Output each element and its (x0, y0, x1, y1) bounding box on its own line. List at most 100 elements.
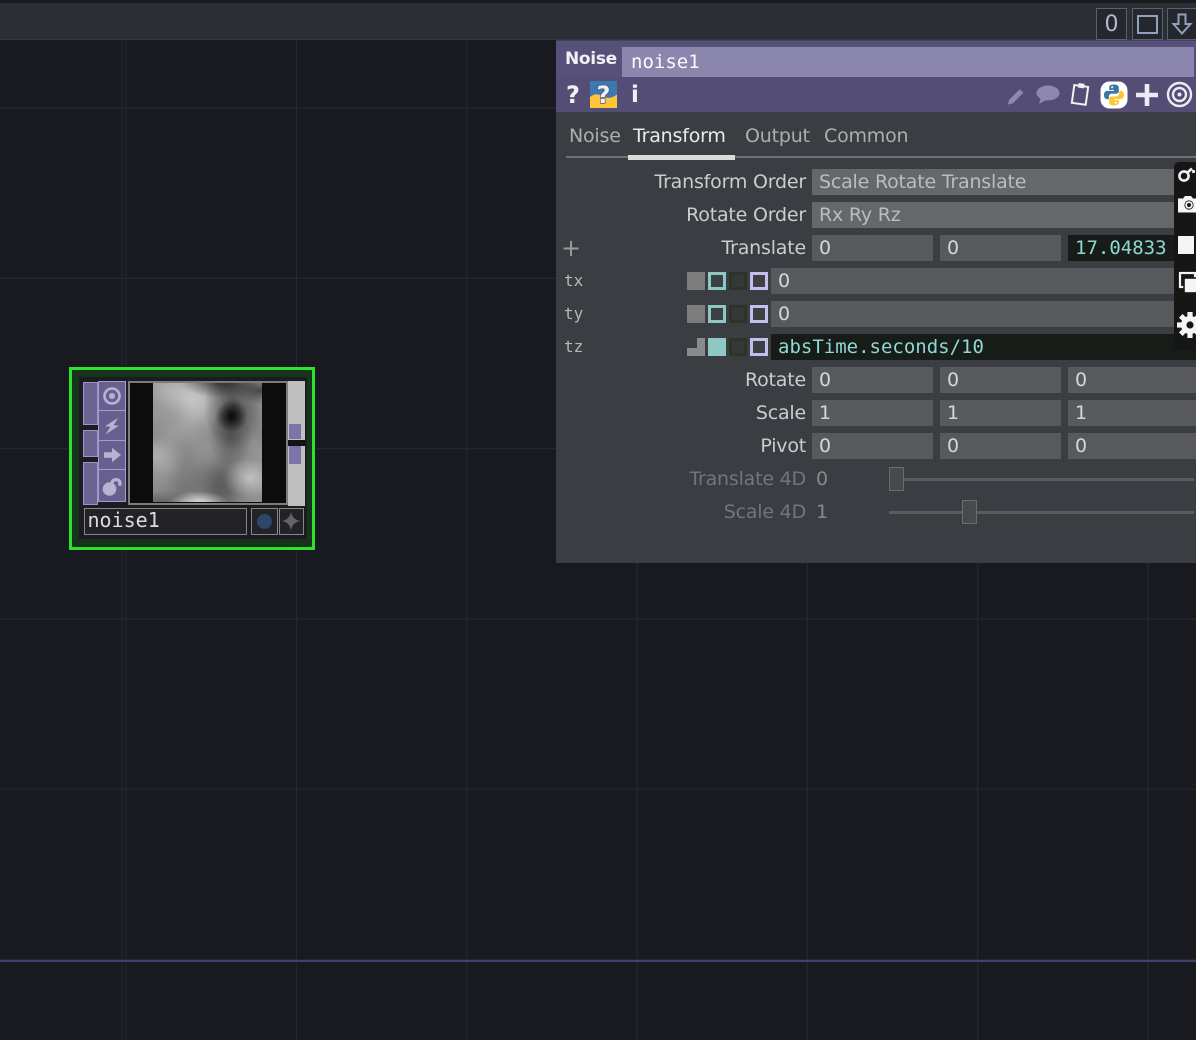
param-label: Scale 4D (556, 499, 806, 525)
tab-noise[interactable]: Noise (569, 125, 621, 155)
param-label: Rotate (556, 367, 806, 393)
help-button[interactable]: ? (562, 77, 584, 112)
node-output-connector[interactable] (289, 446, 301, 464)
param-label: Transform Order (556, 169, 806, 195)
pivot-z-field[interactable]: 0 (1068, 433, 1196, 459)
component-label: tx (564, 268, 583, 294)
python-help-button[interactable]: ? (589, 77, 617, 112)
copy-parameters-button[interactable] (1066, 77, 1096, 112)
output-connector-divider (288, 440, 305, 446)
mode-constant-toggle[interactable] (687, 338, 705, 356)
python-help-icon: ? (590, 81, 617, 108)
rotate-y-field[interactable]: 0 (940, 367, 1061, 393)
op-type-label: Noise (565, 41, 617, 77)
param-row-tx: tx 0 (556, 268, 1196, 294)
frame-count-button[interactable]: 0 (1096, 8, 1127, 40)
target-bullseye-icon (1166, 81, 1193, 108)
translate-x-field[interactable]: 0 (812, 235, 933, 261)
op-name-field[interactable]: noise1 (622, 47, 1194, 78)
param-label: Translate 4D (556, 466, 806, 492)
param-row-tz: tz absTime.seconds/10 (556, 334, 1196, 360)
scale-y-field[interactable]: 1 (940, 400, 1061, 426)
translate-4d-slider-handle[interactable] (889, 467, 904, 491)
transform-order-menu[interactable]: Scale Rotate Translate (812, 169, 1196, 195)
collapse-button[interactable] (1167, 8, 1196, 40)
op-name-value: noise1 (631, 51, 700, 73)
add-parameter-button[interactable] (1133, 77, 1161, 112)
gear-icon[interactable] (1177, 309, 1196, 345)
viewer-flag-icon (101, 385, 123, 407)
rotate-z-field[interactable]: 0 (1068, 367, 1196, 393)
tz-expression-field[interactable]: absTime.seconds/10 (771, 334, 1196, 360)
mode-export-toggle[interactable] (729, 305, 747, 323)
mode-constant-toggle[interactable] (687, 305, 705, 323)
mode-expression-toggle[interactable] (708, 272, 726, 290)
mode-expression-toggle[interactable] (708, 338, 726, 356)
ty-value-field[interactable]: 0 (771, 301, 1196, 327)
display-flag[interactable] (251, 508, 278, 535)
rotate-x-field[interactable]: 0 (812, 367, 933, 393)
node-output-connector[interactable] (289, 424, 301, 440)
viewer-flag[interactable] (98, 381, 126, 412)
param-row-translate: + Translate 0 0 17.04833 (556, 235, 1196, 261)
camera-icon[interactable] (1177, 192, 1196, 220)
rotate-order-menu[interactable]: Rx Ry Rz (812, 202, 1196, 228)
bypass-flag[interactable] (98, 440, 126, 471)
info-button[interactable]: i (627, 77, 643, 112)
mode-constant-toggle[interactable] (687, 272, 705, 290)
component-label: ty (564, 301, 583, 327)
top-toolbar: 0 (0, 0, 1196, 40)
mode-bind-toggle[interactable] (750, 338, 768, 356)
comment-bubble-icon (1034, 83, 1062, 107)
mode-export-toggle[interactable] (729, 338, 747, 356)
tx-value-field[interactable]: 0 (771, 268, 1196, 294)
mode-expression-toggle[interactable] (708, 305, 726, 323)
translate-4d-value: 0 (816, 466, 828, 492)
param-row-translate-4d: Translate 4D 0 (556, 466, 1196, 492)
tab-transform[interactable]: Transform (633, 125, 726, 155)
fill-square-icon[interactable] (1177, 235, 1195, 259)
node-input-connector[interactable] (83, 462, 98, 505)
param-label: Rotate Order (556, 202, 806, 228)
tab-output[interactable]: Output (745, 125, 810, 155)
mode-bind-toggle[interactable] (750, 305, 768, 323)
bypass-flag-icon (101, 444, 123, 466)
language-icon[interactable] (1177, 167, 1196, 188)
translate-4d-slider-track[interactable] (889, 478, 1194, 482)
scale-4d-slider-track[interactable] (889, 511, 1194, 515)
comment-button[interactable] (1033, 77, 1063, 112)
clone-flag[interactable] (98, 410, 126, 441)
node-input-connector[interactable] (83, 382, 98, 425)
scale-4d-slider-handle[interactable] (962, 500, 977, 524)
param-row-rotate: Rotate 0 0 0 (556, 367, 1196, 393)
node-input-connector[interactable] (83, 430, 98, 457)
maximize-button[interactable] (1132, 8, 1163, 40)
dialog-title-bar[interactable]: Noise noise1 (556, 40, 1196, 77)
node-viewer-preview[interactable] (128, 381, 288, 505)
scale-z-field[interactable]: 1 (1068, 400, 1196, 426)
python-expressions-button[interactable] (1099, 77, 1129, 112)
node-name-box[interactable]: noise1 (84, 508, 248, 535)
param-row-rotate-order: Rotate Order Rx Ry Rz (556, 202, 1196, 228)
lock-flag[interactable] (98, 469, 126, 503)
parameter-dialog: Noise noise1 ? ? i (556, 40, 1196, 563)
param-row-scale: Scale 1 1 1 (556, 400, 1196, 426)
edit-pencil-button[interactable] (1003, 77, 1029, 112)
param-label: Pivot (556, 433, 806, 459)
node-output-strip (288, 381, 305, 507)
mode-bind-toggle[interactable] (750, 272, 768, 290)
active-tab-underline (628, 155, 735, 161)
scale-4d-value: 1 (816, 499, 828, 525)
pivot-x-field[interactable]: 0 (812, 433, 933, 459)
mode-export-toggle[interactable] (729, 272, 747, 290)
layers-icon[interactable] (1177, 270, 1196, 302)
render-flag[interactable] (279, 508, 304, 535)
node-noise1[interactable]: noise1 (69, 367, 315, 550)
tab-common[interactable]: Common (824, 125, 908, 155)
pivot-y-field[interactable]: 0 (940, 433, 1061, 459)
scale-x-field[interactable]: 1 (812, 400, 933, 426)
pick-target-button[interactable] (1165, 77, 1193, 112)
svg-text:?: ? (596, 81, 610, 108)
translate-y-field[interactable]: 0 (940, 235, 1061, 261)
maximize-icon (1137, 15, 1158, 34)
